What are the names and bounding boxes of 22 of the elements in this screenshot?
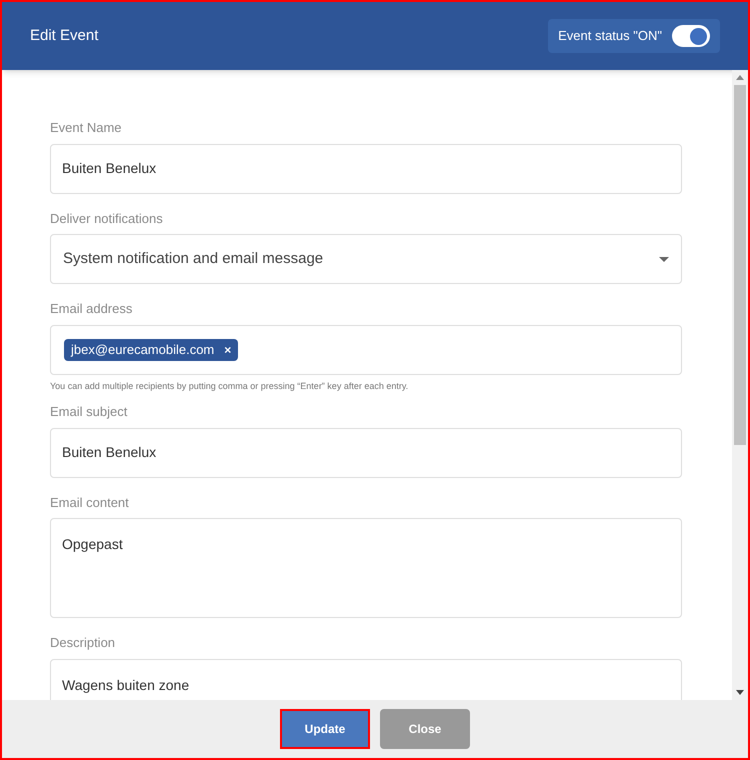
field-label: Description bbox=[50, 634, 116, 652]
text-area[interactable]: Opgepast bbox=[50, 518, 682, 618]
email-tag: jbex@eurecamobile.com × bbox=[64, 338, 238, 360]
field-hint: You can add multiple recipients by putting comma or pressing “Enter” key after each entry. bbox=[50, 380, 410, 393]
update-button[interactable]: Update bbox=[280, 709, 370, 749]
scrollbar[interactable] bbox=[732, 70, 748, 700]
status-toggle[interactable] bbox=[672, 25, 710, 47]
field-label: Email content bbox=[50, 494, 130, 512]
scroll-down-icon[interactable] bbox=[736, 690, 744, 695]
text-field[interactable]: Buiten Benelux bbox=[50, 428, 682, 478]
dropdown-caret-icon bbox=[659, 256, 669, 262]
select-field[interactable]: System notification and email message bbox=[50, 234, 682, 284]
field-label: Email subject bbox=[50, 403, 128, 421]
field-label: Email address bbox=[50, 300, 134, 318]
scroll-up-icon[interactable] bbox=[736, 75, 744, 80]
remove-tag-button[interactable]: × bbox=[224, 340, 232, 358]
dialog-title: Edit Event bbox=[30, 26, 98, 46]
field-label: Event Name bbox=[50, 119, 123, 137]
text-field[interactable]: Buiten Benelux bbox=[50, 144, 682, 194]
field-label: Deliver notifications bbox=[50, 210, 164, 228]
status-label: Event status "ON" bbox=[558, 27, 662, 46]
email-field[interactable]: jbex@eurecamobile.com × bbox=[50, 324, 682, 374]
